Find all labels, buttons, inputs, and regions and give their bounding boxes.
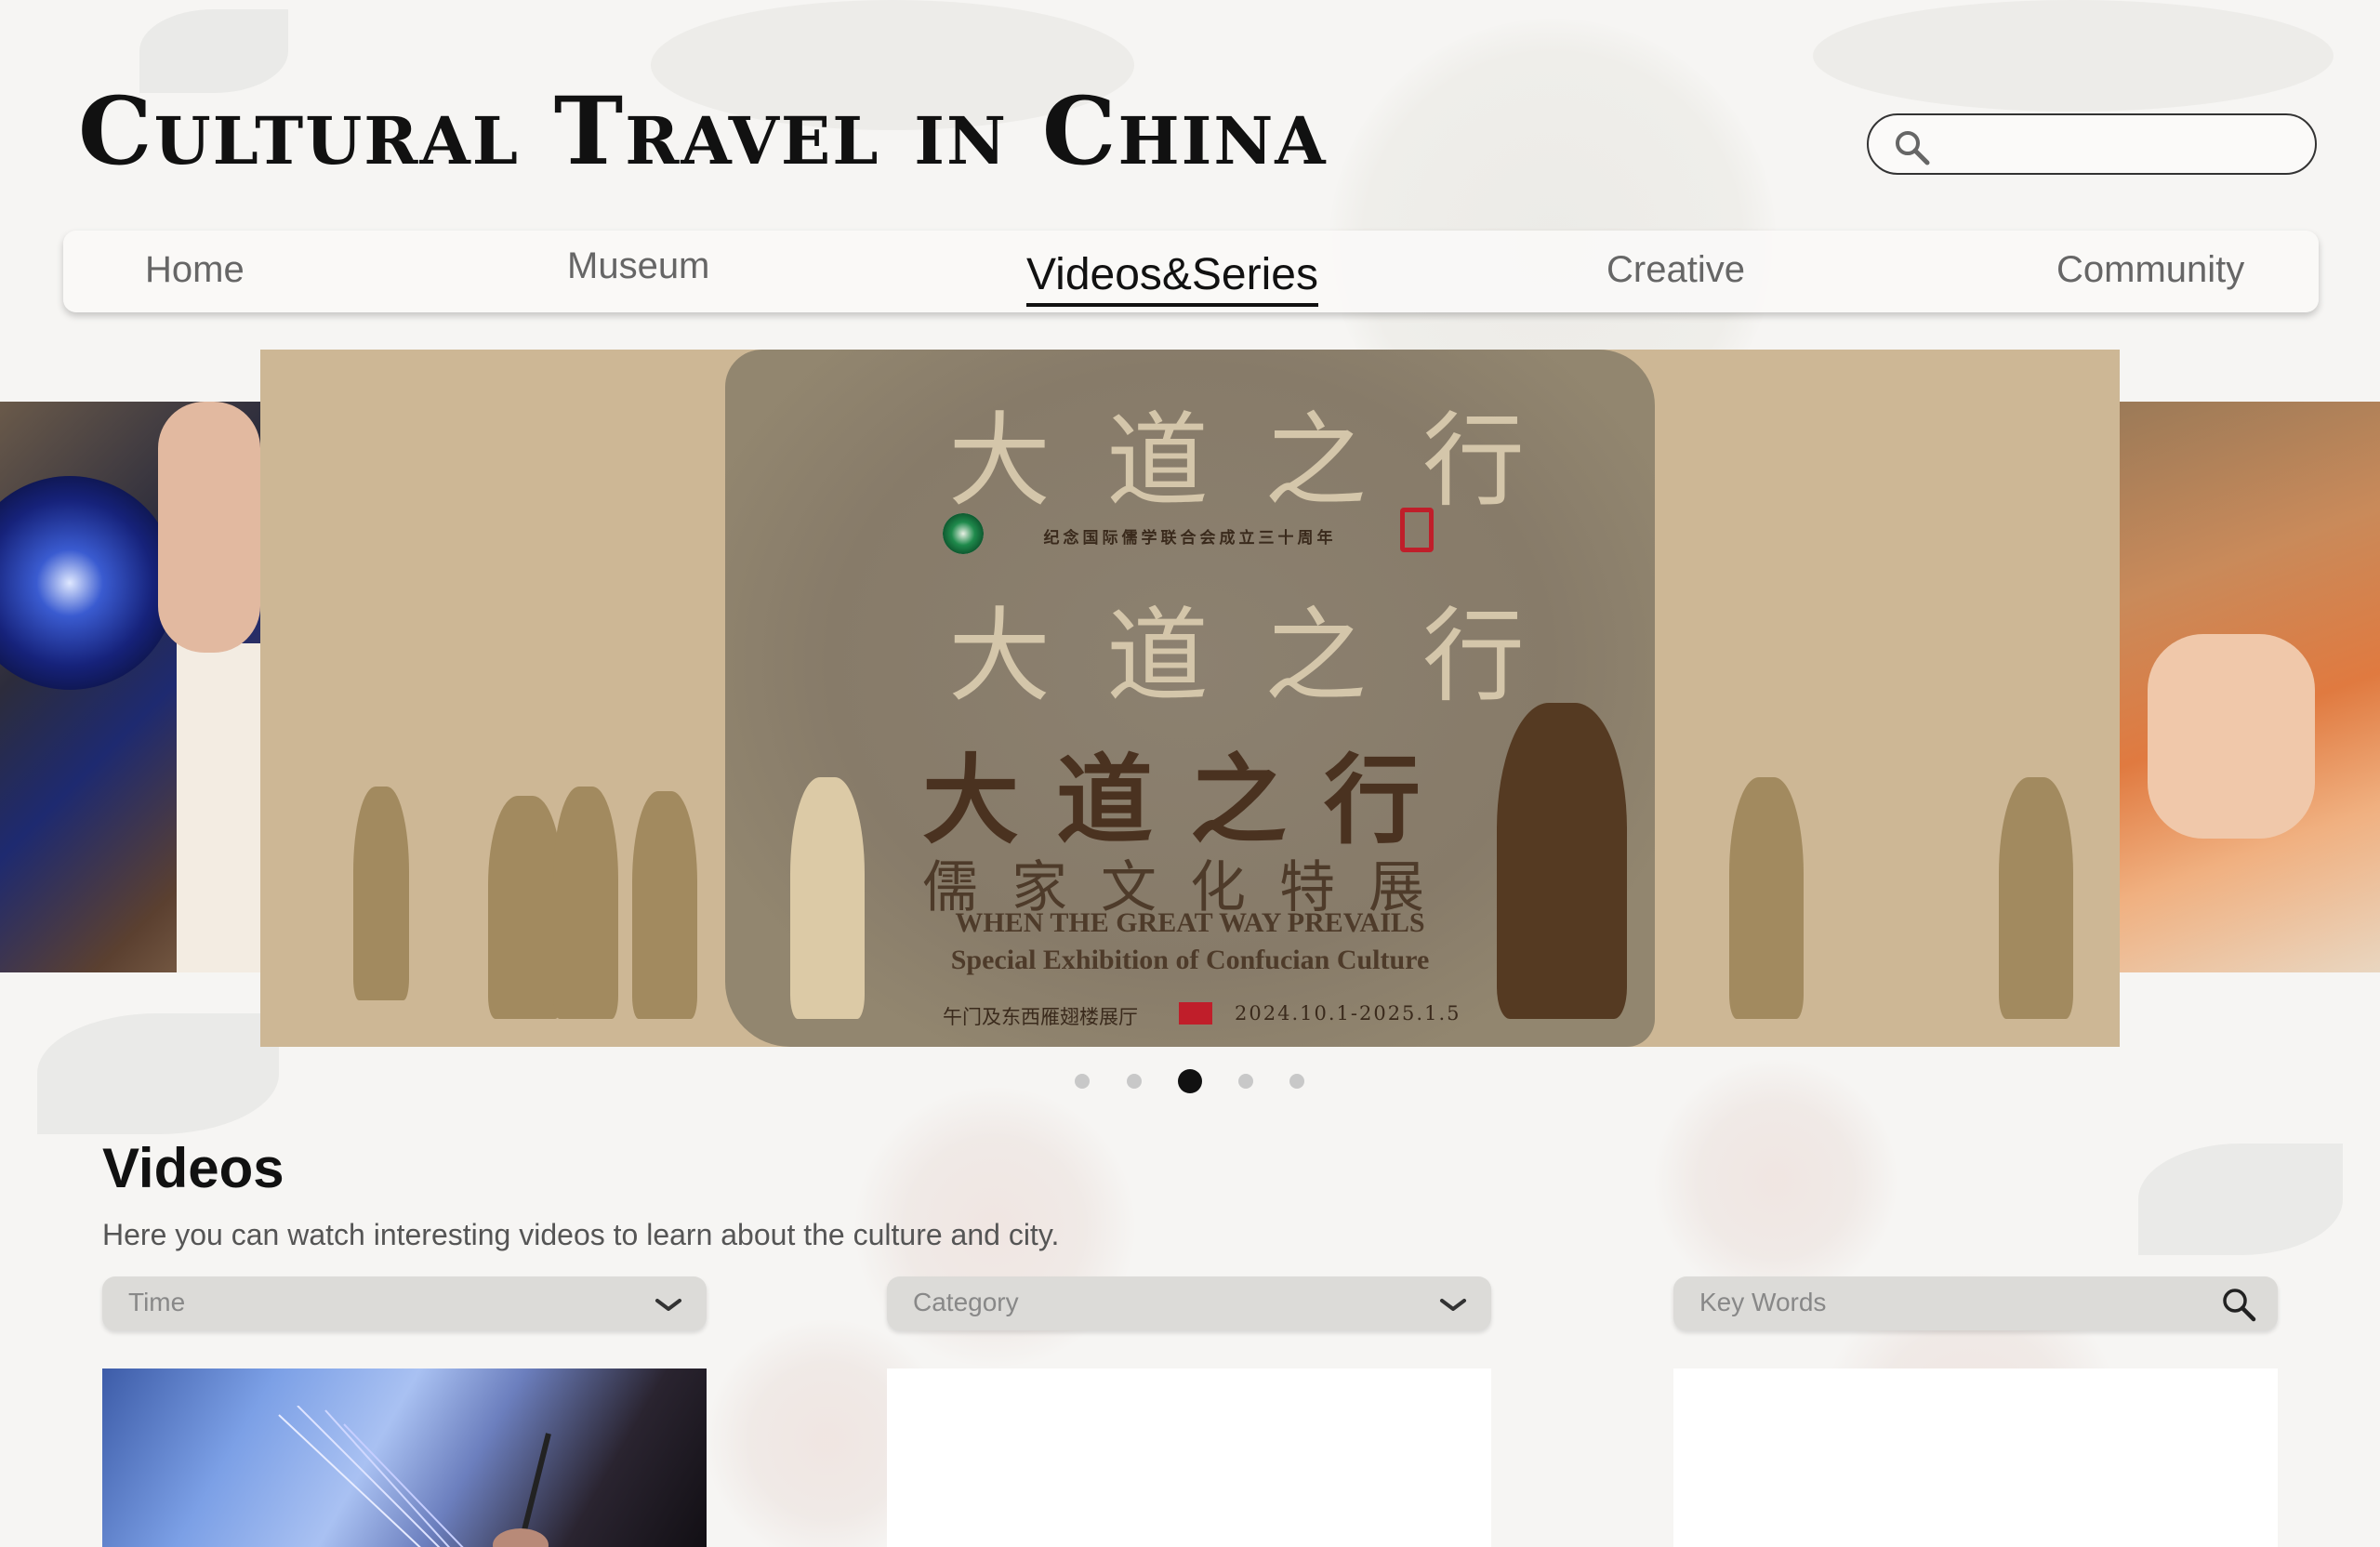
- video-card[interactable]: [1673, 1368, 2278, 1547]
- nav-item-home[interactable]: Home: [145, 231, 245, 312]
- search-icon[interactable]: [1893, 128, 1932, 167]
- leaf-decoration: [2138, 1144, 2343, 1255]
- keywords-search-input[interactable]: Key Words: [1673, 1276, 2278, 1330]
- videos-section-title: Videos: [102, 1137, 284, 1199]
- poster-dates: 2024.10.1-2025.1.5: [1235, 1002, 1461, 1025]
- embroidery-needles-image: [278, 1406, 551, 1547]
- category-filter-dropdown[interactable]: Category: [887, 1276, 1491, 1330]
- poster-top-line: 纪念国际儒学联合会成立三十周年: [1043, 529, 1337, 548]
- carousel-dot[interactable]: [1238, 1074, 1253, 1089]
- cloud-decoration: [1813, 0, 2334, 112]
- poster-subtitle-en: Special Exhibition of Confucian Culture: [950, 945, 1430, 975]
- site-title: Cultural Travel in China: [78, 76, 1328, 186]
- poster-venue: 午门及东西雁翅楼展厅: [943, 1006, 1138, 1028]
- palace-museum-logo-icon: [1400, 508, 1434, 552]
- carousel-dot[interactable]: [1075, 1074, 1090, 1089]
- carousel-dot-active[interactable]: [1178, 1069, 1202, 1093]
- chevron-down-icon: [1440, 1299, 1466, 1311]
- time-filter-dropdown[interactable]: Time: [102, 1276, 707, 1330]
- category-filter-label: Category: [913, 1288, 1019, 1316]
- poster-title-en: WHEN THE GREAT WAY PREVAILS: [955, 907, 1425, 938]
- chevron-down-icon: [655, 1299, 681, 1311]
- search-icon[interactable]: [2220, 1286, 2257, 1323]
- carousel-dot[interactable]: [1127, 1074, 1142, 1089]
- flower-decoration: [1655, 1060, 1897, 1302]
- seal-script-line: 大道之行: [948, 402, 1580, 521]
- bowl-image: [0, 476, 177, 690]
- nav-item-community[interactable]: Community: [2056, 231, 2244, 312]
- header-search-input[interactable]: [1867, 113, 2317, 175]
- museum-seal-icon: [1179, 1002, 1212, 1025]
- video-card[interactable]: [887, 1368, 1491, 1547]
- videos-section-description: Here you can watch interesting videos to…: [102, 1218, 1060, 1251]
- carousel-next-slide[interactable]: [2120, 402, 2380, 972]
- carousel-pagination: [0, 1067, 2380, 1095]
- poster-title-cn: 大道之行: [921, 743, 1458, 857]
- carousel-prev-slide[interactable]: [0, 402, 260, 972]
- nav-item-videos-series[interactable]: Videos&Series: [1026, 231, 1318, 312]
- carousel-main-slide[interactable]: 大道之行 大道之行 纪念国际儒学联合会成立三十周年 大道之行 儒家文化特展 WH…: [260, 350, 2120, 1047]
- seal-script-line: 大道之行: [948, 597, 1580, 716]
- carousel-dot[interactable]: [1289, 1074, 1304, 1089]
- nav-item-creative[interactable]: Creative: [1606, 231, 1745, 312]
- nav-item-museum[interactable]: Museum: [567, 227, 709, 309]
- main-nav: Home Museum Videos&Series Creative Commu…: [63, 231, 2319, 312]
- keywords-placeholder: Key Words: [1699, 1288, 1827, 1316]
- video-card-thumbnail[interactable]: [102, 1368, 707, 1547]
- time-filter-label: Time: [128, 1288, 186, 1316]
